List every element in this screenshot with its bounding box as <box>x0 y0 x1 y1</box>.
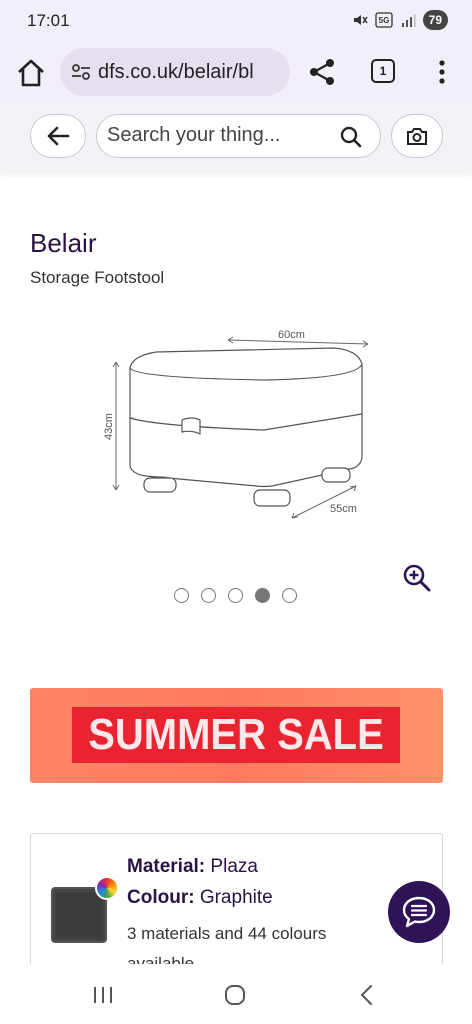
carousel-dot[interactable] <box>228 588 243 603</box>
product-dimension-image[interactable]: 60cm 43cm 55cm <box>96 318 386 526</box>
recent-apps-icon[interactable] <box>92 984 114 1006</box>
site-settings-icon[interactable] <box>70 61 92 83</box>
status-bar: 17:01 5G 79 <box>0 0 472 42</box>
material-selector-card[interactable]: Material: Plaza Colour: Graphite 3 mater… <box>30 833 443 983</box>
visual-search-button[interactable] <box>391 114 443 158</box>
chat-bubble-icon <box>402 896 436 928</box>
status-time: 17:01 <box>27 11 70 30</box>
back-nav-icon[interactable] <box>356 984 378 1006</box>
colour-value: Graphite <box>199 887 273 908</box>
search-field[interactable] <box>96 114 381 158</box>
product-subtitle: Storage Footstool <box>30 268 165 287</box>
camera-icon <box>407 128 427 145</box>
colour-label: Colour: <box>127 887 195 908</box>
colour-wheel-icon <box>95 876 119 900</box>
share-icon[interactable] <box>306 56 338 88</box>
chat-button[interactable] <box>388 881 450 943</box>
sale-banner-text: SUMMER SALE <box>88 710 384 759</box>
zoom-in-icon[interactable] <box>402 563 432 593</box>
search-icon[interactable] <box>340 126 362 148</box>
home-nav-icon[interactable] <box>224 984 246 1006</box>
more-menu-icon[interactable] <box>430 56 454 88</box>
carousel-dot[interactable] <box>282 588 297 603</box>
width-label: 60cm <box>278 329 305 341</box>
depth-label: 55cm <box>330 503 357 515</box>
arrow-left-icon <box>47 126 70 146</box>
system-navigation-bar <box>0 964 472 1024</box>
footstool-illustration <box>129 347 363 507</box>
tab-switcher-button[interactable]: 1 <box>371 59 395 83</box>
material-label: Material: <box>127 856 206 877</box>
swatch-fill <box>56 892 102 938</box>
height-label: 43cm <box>103 413 115 440</box>
5g-icon: 5G <box>374 12 393 28</box>
battery-icon: 79 <box>422 10 448 30</box>
address-bar[interactable]: dfs.co.uk/belair/bl <box>60 48 290 96</box>
material-line: Material: Plaza <box>127 856 258 878</box>
back-button[interactable] <box>30 114 86 158</box>
carousel-dot[interactable] <box>174 588 189 603</box>
carousel-dot[interactable] <box>255 588 270 603</box>
browser-toolbar: dfs.co.uk/belair/bl 1 <box>0 42 472 104</box>
material-value: Plaza <box>210 856 258 877</box>
svg-text:5G: 5G <box>378 16 389 25</box>
home-icon[interactable] <box>14 56 48 90</box>
carousel-dot[interactable] <box>201 588 216 603</box>
colour-line: Colour: Graphite <box>127 887 273 909</box>
search-input[interactable] <box>107 124 337 147</box>
sale-banner-label: SUMMER SALE <box>72 707 400 763</box>
product-title: Belair <box>30 228 97 258</box>
url-text: dfs.co.uk/belair/bl <box>98 60 254 83</box>
mute-icon <box>353 15 368 25</box>
status-icons: 5G 79 <box>352 10 448 30</box>
signal-icon <box>401 14 416 27</box>
site-search-bar <box>0 104 472 172</box>
image-carousel-dots <box>174 588 297 603</box>
summer-sale-banner[interactable]: SUMMER SALE <box>30 688 443 783</box>
